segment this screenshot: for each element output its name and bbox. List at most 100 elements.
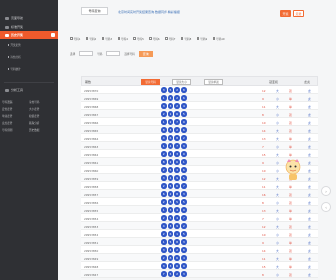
period-cell: 29953860 [84,168,99,173]
mascot-icon[interactable] [284,158,302,182]
forward-arrow-icon[interactable]: › [321,186,331,196]
period-cell: 29953870 [84,88,99,93]
back-arrow-icon[interactable]: ‹ [321,202,331,212]
period-cell: 29953859 [84,176,99,181]
result-cell-c2: 大 [276,264,279,269]
ball-group: 1583 [161,239,187,245]
sidebar-link[interactable]: 号码遗漏 [2,100,29,104]
number-ball: 3 [161,87,167,93]
period-cell: 29953853 [84,224,99,229]
number-ball: 3 [181,271,187,277]
sidebar-subitem[interactable]: 冷热分析 [8,55,21,59]
result-cell-c2: 大 [276,152,279,157]
result-cell-c2: 小 [276,112,279,117]
number-ball: 4 [161,223,167,229]
number-ball: 6 [181,127,187,133]
sidebar-link[interactable]: 号码预测 [2,128,29,132]
table-row: 29953849 2 8 6 4 11 大 单 龙 [81,254,318,262]
draw-button[interactable]: 开奖 [280,10,291,17]
sidebar-item-history[interactable]: 历史开奖 [0,31,58,39]
result-cell-c3: 双 [289,224,292,229]
sidebar-link[interactable]: 冷热号码 [29,100,56,104]
table-row: 2995386182619小单虎 [81,158,318,166]
trend-button[interactable]: 走势 [293,10,304,17]
result-cell-c2: 大 [276,248,279,253]
ball-group: 2855 [161,199,187,205]
table-row: 29953847 7 5 2 3 8 小 双 龙 [81,270,318,278]
search-button[interactable]: 查询 [138,50,153,57]
number-ball: 9 [181,263,187,269]
number-ball: 6 [161,191,167,197]
filter-checkbox[interactable]: 号码1 [70,36,80,41]
period-cell: 29953865 [84,128,99,133]
show-oddeven-button[interactable]: 显示单双 [204,79,223,85]
sidebar-link[interactable]: 历史数据 [29,128,56,132]
filter-checkbox[interactable]: 号码5 [133,36,144,41]
number-ball: 3 [181,191,187,197]
show-size-button[interactable]: 显示大小 [172,79,191,85]
number-ball: 9 [181,151,187,157]
result-cell-c1: 11 [262,104,266,109]
result-cell-c3: 双 [289,192,292,197]
number-ball: 7 [161,271,167,277]
search-input[interactable]: 号码查询 [81,7,108,15]
result-cell-c1: 15 [262,152,266,157]
result-cell-c3: 双 [289,272,292,277]
number-ball: 3 [181,239,187,245]
number-ball: 4 [174,215,180,221]
select-label: 选择 [70,52,76,56]
result-cell-c4: 虎 [308,96,311,101]
select-a[interactable] [79,51,94,56]
filter-checkbox[interactable]: 号码2 [85,36,96,41]
period-cell: 29953849 [84,256,99,261]
sidebar-link[interactable]: 龙虎走势 [2,121,29,125]
filter-checkbox[interactable]: 号码7 [165,36,175,41]
table-row: 29953866 1 2 7 9 10 小 双 虎 [81,118,318,126]
sidebar-subitem[interactable]: 开奖走势 [8,43,21,47]
number-ball: 6 [167,231,174,237]
sidebar-subitem[interactable]: 号码统计 [8,67,21,71]
number-ball: 6 [181,167,187,173]
result-cell-c2: 大 [276,208,279,213]
show-numbers-button[interactable]: 显示号码 [141,79,160,85]
result-cell-c4: 虎 [308,120,311,125]
result-cell-c1: 8 [262,272,264,277]
period-cell: 29953866 [84,120,99,125]
sidebar-link[interactable]: 定位走势 [2,107,29,111]
app-root: 页面导航 标准开奖 历史开奖 开奖走势 冷热分析 号码统计 分析工具 号码遗漏 … [0,0,336,280]
filter-checkbox[interactable]: 号码6 [149,36,160,41]
table-row: 29953853 4 3 9 2 12 大 双 龙 [81,222,318,230]
ball-group: 1349 [161,207,187,213]
result-cell-c2: 大 [276,192,279,197]
table-body: 29953870 3 5 2 8 12 大双龙 29953869 1 4 2 6 9 小单虎 2995386… [81,86,318,278]
period-cell: 29953862 [84,152,99,157]
number-ball: 2 [161,111,167,117]
result-cell-c2: 小 [276,200,279,205]
number-ball: 3 [167,263,174,269]
table-row: 29953856 2 8 5 5 8 小双龙 [81,198,318,206]
filter-checkbox[interactable]: 号码9 [196,36,207,41]
filter-checkbox[interactable]: 号码4 [117,36,128,41]
ball-group: 2567 [161,183,187,189]
result-cell-c1: 10 [262,232,266,237]
sidebar-link[interactable]: 单双走势 [2,114,29,118]
result-cell-c3: 双 [289,120,292,125]
number-ball: 3 [174,167,180,173]
result-cell-c3: 单 [289,216,292,221]
number-ball: 9 [181,207,187,213]
table-row: 29953869 1 4 2 6 9 小 单 虎 [81,94,318,102]
period-cell: 29953863 [84,144,99,149]
filter-checkbox[interactable]: 号码3 [101,36,112,41]
sidebar-link[interactable]: 大小走势 [29,107,56,111]
filter-checkbox[interactable]: 号码10 [212,36,225,41]
table-row: 29953863 1 4 7 3 7 小单龙 [81,142,318,150]
period-cell: 29953857 [84,192,99,197]
sidebar-link[interactable]: 路珠分析 [29,121,56,125]
ball-group: 2615 [161,231,187,237]
checkbox-icon [101,37,105,40]
filter-checkbox[interactable]: 号码8 [180,36,191,41]
sidebar-item-standard[interactable]: 标准开奖 [0,23,58,31]
result-cell-c4: 龙 [308,256,311,261]
sidebar-link[interactable]: 和值走势 [29,114,56,118]
select-b[interactable] [106,51,121,56]
